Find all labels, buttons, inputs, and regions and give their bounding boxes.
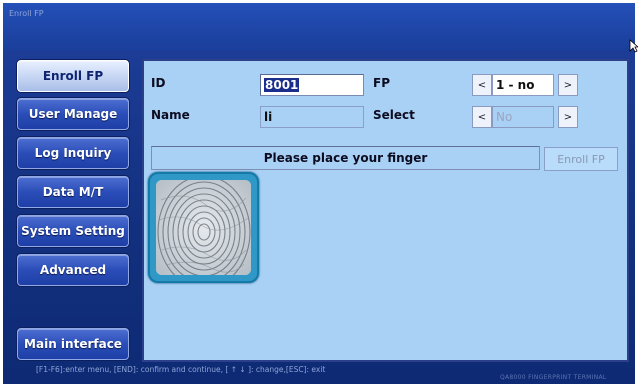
- sidebar-item-system-setting[interactable]: System Setting: [17, 215, 129, 247]
- fp-prev-button[interactable]: <: [472, 74, 492, 96]
- sidebar-item-data-mt[interactable]: Data M/T: [17, 176, 129, 208]
- select-next-button[interactable]: >: [558, 106, 578, 128]
- name-field[interactable]: li: [260, 106, 364, 128]
- fingerprint-image: [156, 180, 251, 275]
- id-value: 8001: [264, 78, 300, 92]
- status-message: Please place your finger: [151, 146, 540, 170]
- fingerprint-frame: [148, 172, 259, 283]
- id-label: ID: [151, 76, 166, 90]
- sidebar-item-advanced[interactable]: Advanced: [17, 254, 129, 286]
- brand-label: QA8000 FINGERPRINT TERMINAL: [500, 374, 607, 381]
- fp-value: 1 - no: [492, 74, 554, 96]
- select-value: No: [492, 106, 554, 128]
- id-field[interactable]: 8001: [260, 74, 364, 96]
- sidebar-item-user-manage[interactable]: User Manage: [17, 98, 129, 130]
- title-bar: Enroll FP: [3, 3, 635, 51]
- mouse-pointer-icon: [629, 39, 638, 53]
- name-label: Name: [151, 108, 190, 122]
- select-prev-button[interactable]: <: [472, 106, 492, 128]
- select-label: Select: [373, 108, 415, 122]
- enroll-fp-button[interactable]: Enroll FP: [544, 147, 618, 171]
- name-value: li: [264, 110, 273, 124]
- sidebar-item-enroll-fp[interactable]: Enroll FP: [17, 60, 129, 92]
- fp-next-button[interactable]: >: [558, 74, 578, 96]
- sidebar-item-main-interface[interactable]: Main interface: [17, 328, 129, 360]
- fp-label: FP: [373, 76, 390, 90]
- window-title: Enroll FP: [9, 9, 44, 18]
- help-hint: [F1-F6]:enter menu, [END]: confirm and c…: [36, 365, 326, 374]
- enroll-fp-window: Enroll FP Enroll FP User Manage Log Inqu…: [3, 3, 638, 384]
- enroll-panel: ID 8001 Name li FP < 1 - no > Select < N…: [142, 59, 629, 362]
- sidebar-item-log-inquiry[interactable]: Log Inquiry: [17, 137, 129, 169]
